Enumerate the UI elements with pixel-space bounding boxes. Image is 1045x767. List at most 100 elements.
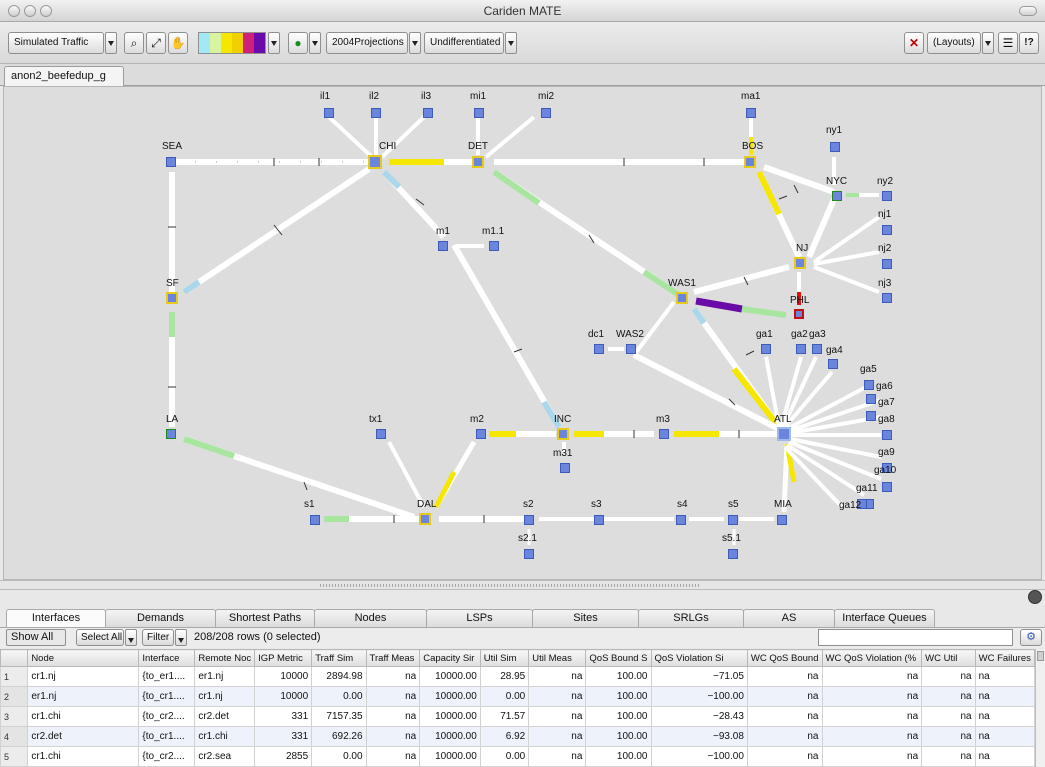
col-header[interactable]: WC Util — [921, 649, 976, 667]
node-phl[interactable] — [794, 309, 804, 319]
layouts-select[interactable]: (Layouts) — [927, 32, 981, 54]
col-header[interactable]: Util Meas — [528, 649, 587, 667]
node-tx1[interactable] — [376, 429, 386, 439]
node-s3[interactable] — [594, 515, 604, 525]
node-nj1[interactable] — [882, 225, 892, 235]
col-header[interactable]: WC Failures — [974, 649, 1035, 667]
node-m1-1[interactable] — [489, 241, 499, 251]
tab-interfaces[interactable]: Interfaces — [6, 609, 106, 627]
node-s2-1[interactable] — [524, 549, 534, 559]
node-sf[interactable] — [166, 292, 178, 304]
utilization-palette[interactable] — [198, 32, 266, 54]
tab-srlgs[interactable]: SRLGs — [638, 609, 744, 627]
link-m1-inc[interactable] — [451, 243, 562, 429]
node-ga8[interactable] — [882, 430, 892, 440]
node-mi1[interactable] — [474, 108, 484, 118]
table-search-input[interactable] — [818, 629, 1013, 646]
fit-view-icon[interactable]: ⤢ — [146, 32, 166, 54]
tab-nodes[interactable]: Nodes — [314, 609, 427, 627]
node-ga3[interactable] — [812, 344, 822, 354]
col-header[interactable]: Remote Noc — [194, 649, 256, 667]
table-row[interactable]: 1 cr1.nj {to_er1.... er1.nj 10000 2894.9… — [0, 666, 1035, 687]
node-atl[interactable] — [777, 427, 791, 441]
traffic-mode-dropdown-icon[interactable] — [105, 32, 117, 54]
node-m3[interactable] — [659, 429, 669, 439]
layouts-dropdown-icon[interactable] — [982, 32, 994, 54]
col-header[interactable]: WC QoS Bound — [746, 649, 823, 667]
link-sf-chi[interactable] — [182, 166, 371, 295]
select-all-button[interactable]: Select All — [76, 629, 124, 646]
link-tx1-dal[interactable] — [387, 441, 426, 508]
node-was2[interactable] — [626, 344, 636, 354]
node-bos[interactable] — [744, 156, 756, 168]
link-bos-nyc[interactable] — [762, 164, 836, 195]
node-ga1[interactable] — [761, 344, 771, 354]
list-settings-icon[interactable]: ☰ — [998, 32, 1018, 54]
node-ga7[interactable] — [866, 411, 876, 421]
node-ny1[interactable] — [830, 142, 840, 152]
clear-x-icon[interactable]: ✕ — [904, 32, 924, 54]
projection-select[interactable]: 2004Projections — [326, 32, 408, 54]
node-s2[interactable] — [524, 515, 534, 525]
column-settings-icon[interactable]: ⚙ — [1020, 629, 1042, 646]
node-mi2[interactable] — [541, 108, 551, 118]
node-ny2[interactable] — [882, 191, 892, 201]
splitter-grip[interactable] — [320, 584, 700, 587]
node-nj2[interactable] — [882, 259, 892, 269]
node-nj[interactable] — [794, 257, 806, 269]
zoom-search-icon[interactable]: ⌕ — [124, 32, 144, 54]
node-mia[interactable] — [777, 515, 787, 525]
col-header[interactable]: Node — [27, 649, 140, 667]
scrollbar-thumb[interactable] — [1037, 651, 1044, 661]
link-nj-nj3[interactable] — [813, 265, 880, 294]
node-la[interactable] — [166, 429, 176, 439]
network-map-canvas[interactable]: il1 il2 il3 mi1 mi2 ma1 ny1 SEA CHI DET … — [3, 86, 1042, 580]
node-dc1[interactable] — [594, 344, 604, 354]
node-was1[interactable] — [676, 292, 688, 304]
col-header[interactable]: Util Sim — [479, 649, 530, 667]
table-row[interactable]: 4 cr2.det {to_cr1.... cr1.chi 331 692.26… — [0, 726, 1035, 747]
link-chi-il1[interactable] — [327, 115, 374, 159]
node-ga5[interactable] — [864, 380, 874, 390]
show-all-button[interactable]: Show All — [6, 629, 66, 646]
col-header[interactable]: IGP Metric — [254, 649, 313, 667]
node-inc[interactable] — [557, 428, 569, 440]
node-s1[interactable] — [310, 515, 320, 525]
link-nyc-nj[interactable] — [806, 197, 837, 259]
col-header[interactable]: Traff Sim — [311, 649, 367, 667]
col-header[interactable]: Capacity Sir — [419, 649, 481, 667]
node-s5[interactable] — [728, 515, 738, 525]
col-header[interactable]: QoS Violation Si — [650, 649, 748, 667]
table-row[interactable]: 3 cr1.chi {to_cr2.... cr2.det 331 7157.3… — [0, 706, 1035, 727]
traffic-mode-select[interactable]: Simulated Traffic — [8, 32, 104, 54]
tab-as[interactable]: AS — [743, 609, 835, 627]
pan-hand-icon[interactable]: ✋ — [168, 32, 188, 54]
palette-dropdown-icon[interactable] — [268, 32, 280, 54]
filter-dropdown-icon[interactable] — [175, 629, 187, 646]
node-nj3[interactable] — [882, 293, 892, 303]
link-was1-nj[interactable] — [693, 264, 790, 295]
link-was1-phl[interactable] — [695, 297, 743, 313]
table-row[interactable]: 5 cr1.chi {to_cr2.... cr2.sea 2855 0.00 … — [0, 746, 1035, 767]
tab-shortest-paths[interactable]: Shortest Paths — [215, 609, 315, 627]
col-header[interactable]: Interface — [138, 649, 196, 667]
node-s4[interactable] — [676, 515, 686, 525]
node-m31[interactable] — [560, 463, 570, 473]
node-s5-1[interactable] — [728, 549, 738, 559]
node-ga4[interactable] — [828, 359, 838, 369]
table-scrollbar[interactable] — [1035, 649, 1045, 767]
tab-demands[interactable]: Demands — [105, 609, 216, 627]
filter-button[interactable]: Filter — [142, 629, 174, 646]
tab-sites[interactable]: Sites — [532, 609, 639, 627]
collapse-pane-icon[interactable] — [1028, 590, 1042, 604]
node-ma1[interactable] — [746, 108, 756, 118]
diff-mode-select[interactable]: Undifferentiated — [424, 32, 504, 54]
play-icon[interactable]: ● — [288, 32, 308, 54]
pane-splitter[interactable] — [0, 580, 1045, 604]
diff-mode-dropdown-icon[interactable] — [505, 32, 517, 54]
table-row[interactable]: 2 er1.nj {to_cr1.... cr1.nj 10000 0.00 n… — [0, 686, 1035, 707]
toolbar-toggle-icon[interactable] — [1019, 6, 1037, 16]
col-header[interactable]: Traff Meas — [365, 649, 421, 667]
node-il3[interactable] — [423, 108, 433, 118]
col-header[interactable]: WC QoS Violation (% — [821, 649, 923, 667]
